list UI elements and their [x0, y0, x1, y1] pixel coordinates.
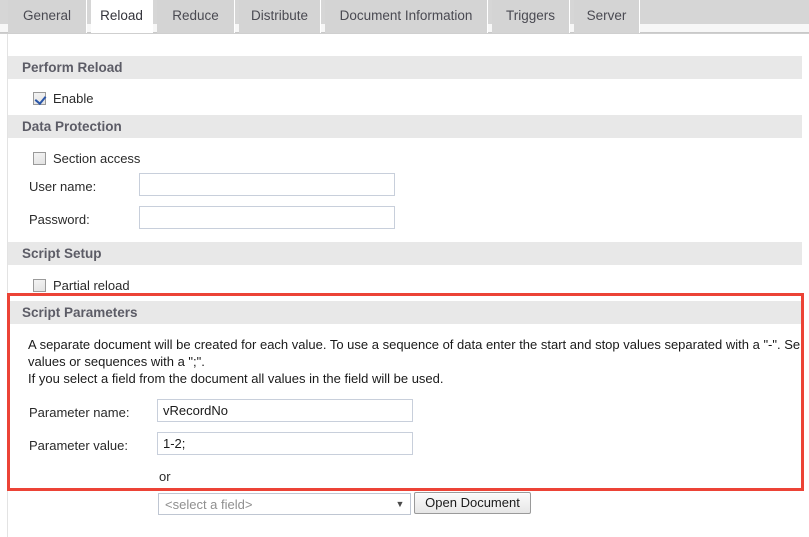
parameter-name-input[interactable]	[157, 399, 413, 422]
chevron-down-icon[interactable]: ▼	[390, 499, 410, 509]
section-access-checkbox[interactable]	[33, 152, 46, 165]
parameter-value-label: Parameter value:	[29, 438, 128, 453]
field-select-dropdown[interactable]: <select a field> ▼	[158, 493, 411, 515]
section-header-data-protection: Data Protection	[8, 115, 802, 138]
settings-content-panel: Perform Reload Enable Data Protection Se…	[0, 33, 809, 537]
enable-checkbox[interactable]	[33, 92, 46, 105]
parameter-name-label: Parameter name:	[29, 405, 130, 420]
user-name-input[interactable]	[139, 173, 395, 196]
parameter-value-input[interactable]	[157, 432, 413, 455]
partial-reload-label: Partial reload	[53, 278, 130, 293]
tab-reload[interactable]: Reload	[91, 0, 153, 33]
or-separator-label: or	[159, 469, 171, 484]
password-input[interactable]	[139, 206, 395, 229]
field-select-value: <select a field>	[165, 496, 253, 512]
partial-reload-checkbox-row[interactable]: Partial reload	[33, 278, 130, 293]
script-parameters-description-line-3: If you select a field from the document …	[28, 371, 444, 386]
tab-document-information[interactable]: Document Information	[325, 0, 488, 33]
tab-general[interactable]: General	[8, 0, 87, 33]
reload-settings-panel: General Reload Reduce Distribute Documen…	[0, 0, 809, 537]
user-name-label: User name:	[29, 179, 97, 194]
tab-triggers[interactable]: Triggers	[492, 0, 570, 33]
section-access-label: Section access	[53, 151, 141, 166]
script-parameters-description-line-2: values or sequences with a ";".	[28, 354, 205, 369]
partial-reload-checkbox[interactable]	[33, 279, 46, 292]
script-parameters-description-line-1: A separate document will be created for …	[28, 337, 801, 352]
tab-distribute[interactable]: Distribute	[239, 0, 321, 33]
tab-server[interactable]: Server	[574, 0, 640, 33]
section-access-checkbox-row[interactable]: Section access	[33, 151, 140, 166]
enable-checkbox-row[interactable]: Enable	[33, 91, 93, 106]
password-label: Password:	[29, 212, 90, 227]
enable-label: Enable	[53, 91, 94, 106]
section-header-script-setup: Script Setup	[8, 242, 802, 265]
open-document-button[interactable]: Open Document	[414, 492, 531, 514]
tab-strip: General Reload Reduce Distribute Documen…	[0, 0, 809, 33]
section-header-script-parameters: Script Parameters	[8, 301, 802, 324]
tab-reduce[interactable]: Reduce	[157, 0, 235, 33]
section-header-perform-reload: Perform Reload	[8, 56, 802, 79]
